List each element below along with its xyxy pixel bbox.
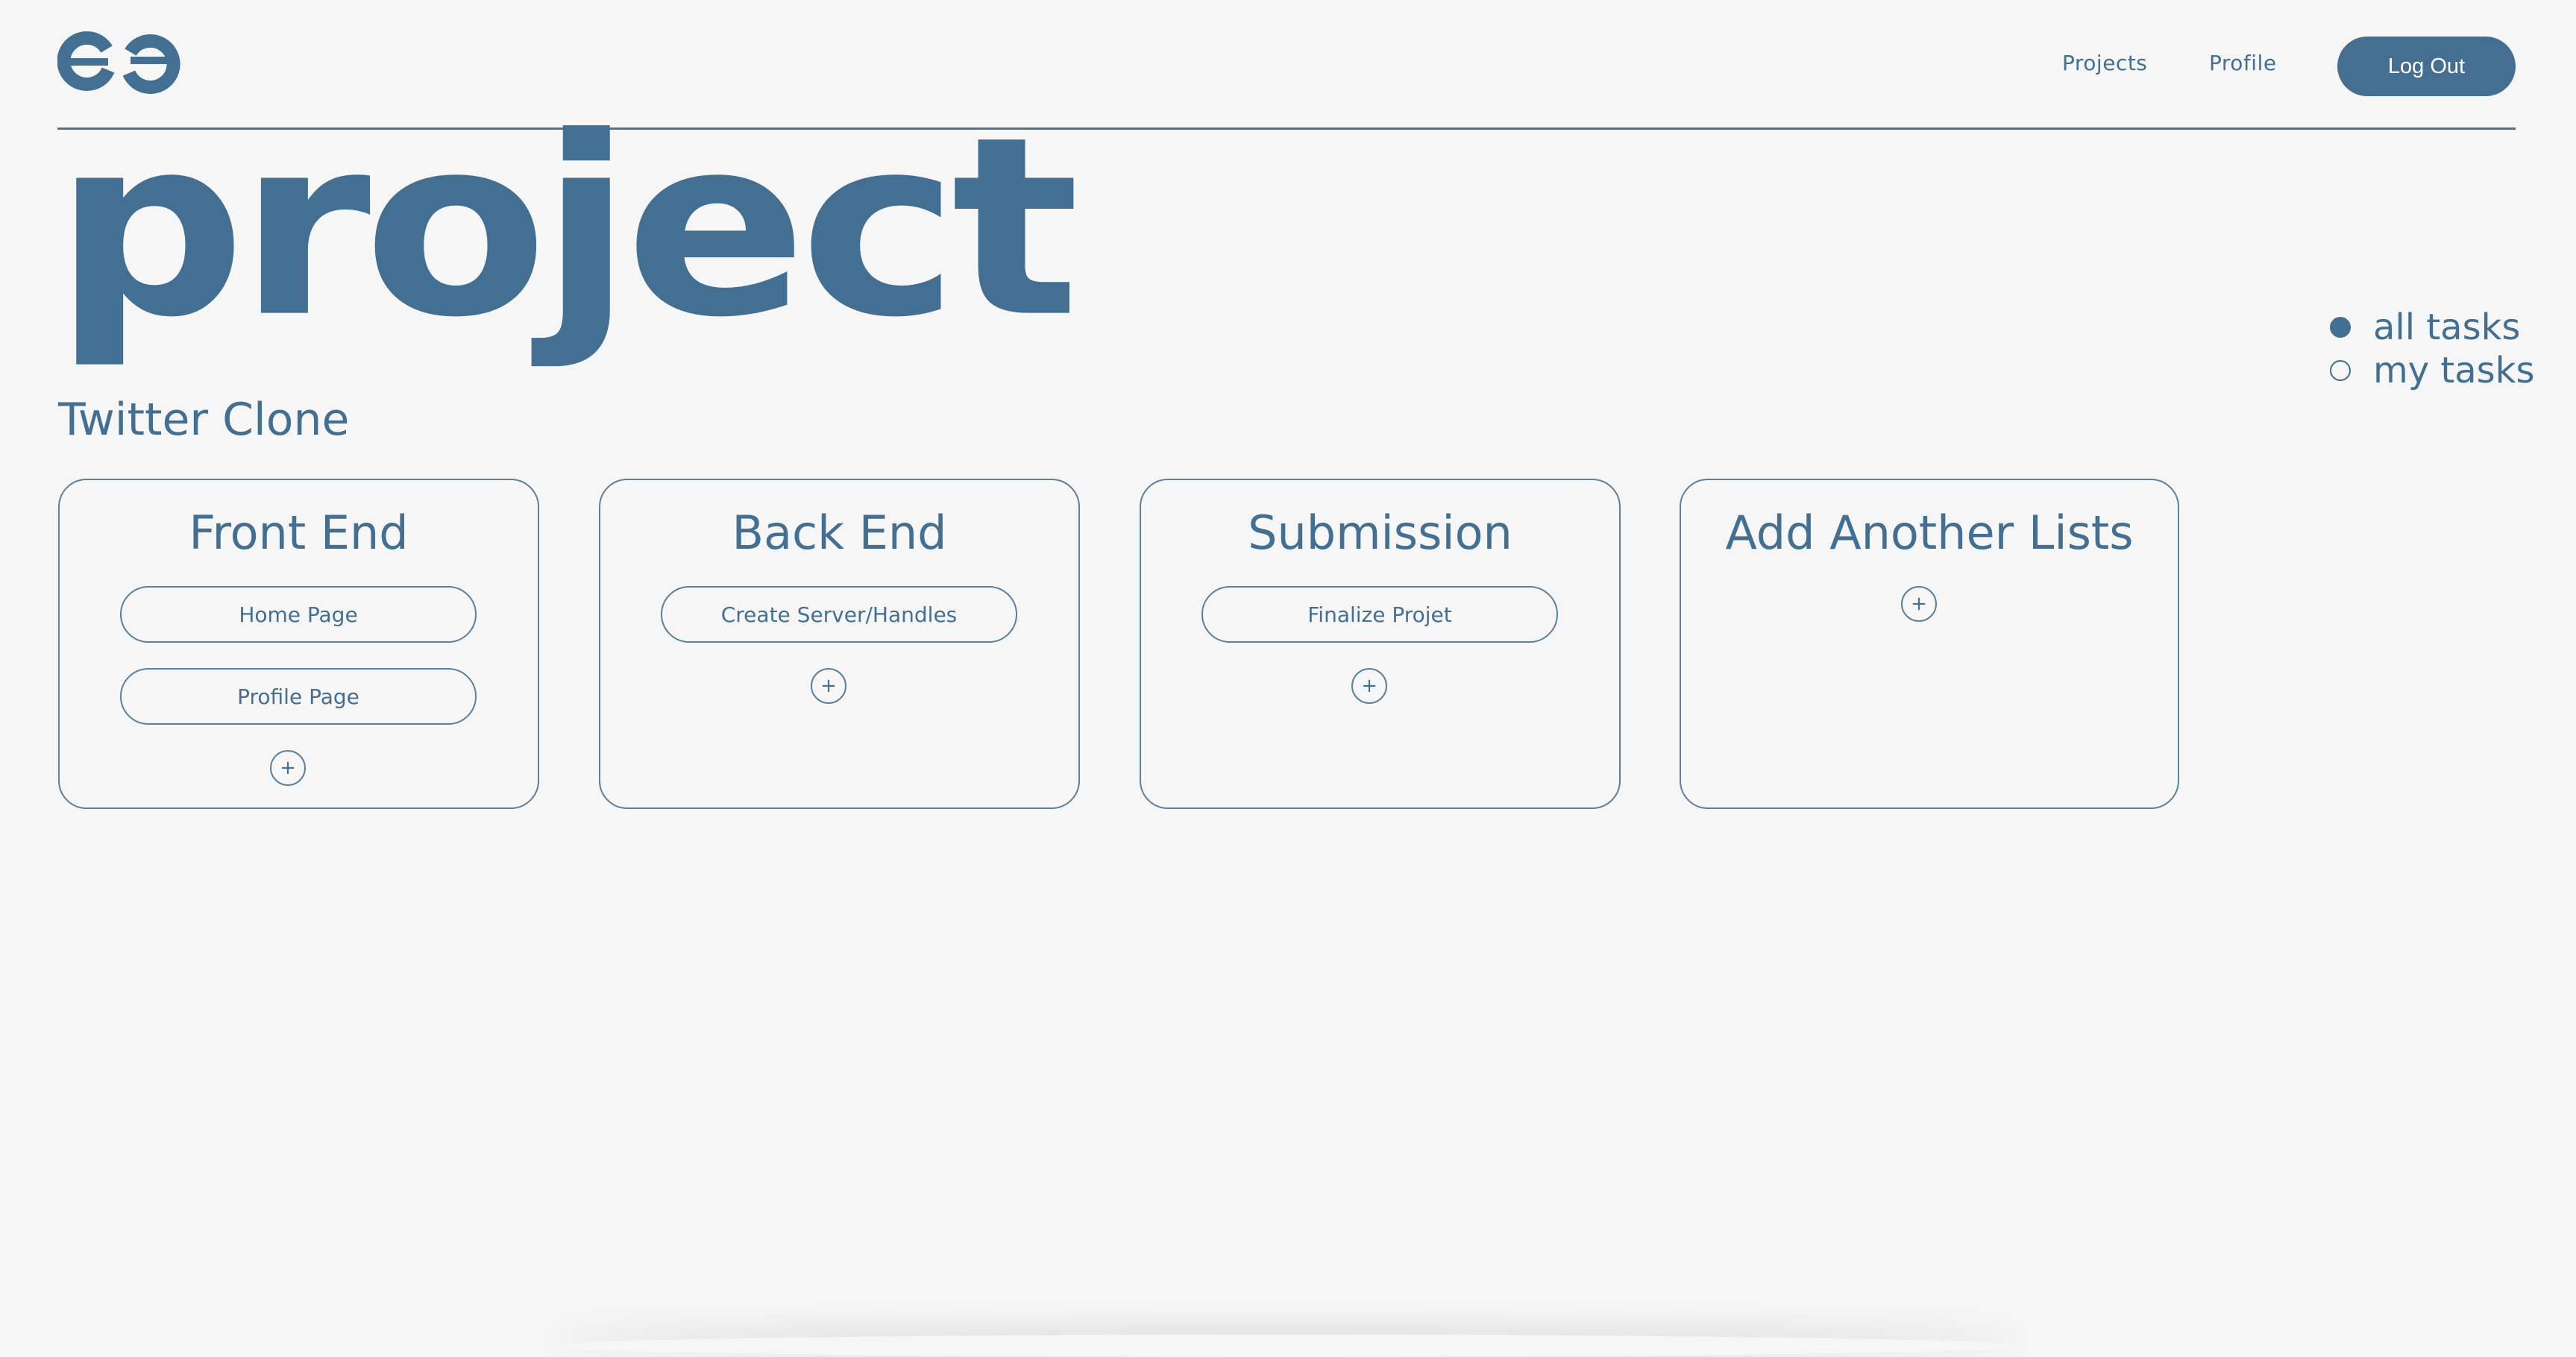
plus-icon[interactable]: + — [1351, 668, 1387, 704]
list-title: Front End — [189, 506, 409, 560]
logout-button[interactable]: Log Out — [2337, 37, 2516, 96]
task-filter: all tasks my tasks — [2330, 306, 2534, 392]
task-item[interactable]: Create Server/Handles — [661, 586, 1017, 643]
my-tasks-label[interactable]: my tasks — [2373, 350, 2534, 391]
task-item[interactable]: Home Page — [120, 586, 477, 643]
my-tasks-radio[interactable] — [2330, 360, 2351, 381]
filter-my-tasks[interactable]: my tasks — [2330, 349, 2534, 392]
plus-icon[interactable]: + — [270, 750, 306, 786]
add-list-card: Add Another Lists + — [1680, 479, 2179, 809]
bottom-edge-shadow — [552, 1335, 2021, 1357]
add-list-title: Add Another Lists — [1725, 506, 2134, 560]
plus-icon[interactable]: + — [811, 668, 846, 704]
filter-all-tasks[interactable]: all tasks — [2330, 306, 2534, 349]
list-card-submission: Submission Finalize Projet + — [1140, 479, 1621, 809]
nav-projects-link[interactable]: Projects — [2062, 51, 2147, 75]
page-title: project — [54, 84, 1080, 371]
task-item[interactable]: Profile Page — [120, 668, 477, 725]
project-name: Twitter Clone — [58, 394, 350, 446]
task-item[interactable]: Finalize Projet — [1201, 586, 1558, 643]
all-tasks-label[interactable]: all tasks — [2373, 306, 2520, 348]
list-card-back-end: Back End Create Server/Handles + — [599, 479, 1080, 809]
list-title: Back End — [732, 506, 947, 560]
list-title: Submission — [1248, 506, 1512, 560]
plus-icon[interactable]: + — [1901, 586, 1937, 622]
list-card-front-end: Front End Home Page Profile Page + — [58, 479, 539, 809]
all-tasks-radio[interactable] — [2330, 317, 2351, 338]
nav-profile-link[interactable]: Profile — [2209, 51, 2277, 75]
